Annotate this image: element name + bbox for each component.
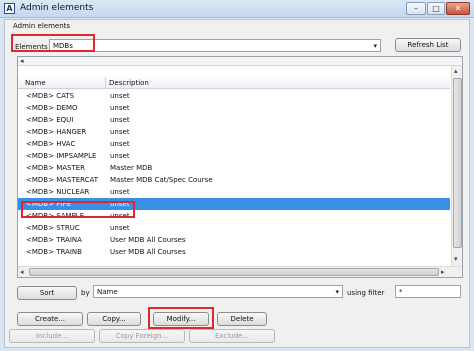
include-button[interactable]: Include...: [9, 329, 95, 343]
row-name: <MDB> CATS: [26, 92, 75, 100]
row-description: unset: [110, 140, 130, 148]
column-header-description[interactable]: Description: [109, 79, 149, 87]
vertical-scroll-thumb[interactable]: [453, 78, 462, 248]
table-header: Name Description: [18, 76, 450, 89]
row-name: <MDB> MASTER: [26, 164, 86, 172]
row-description: User MDB All Courses: [110, 236, 186, 244]
horizontal-scrollbar[interactable]: ◂ ▸: [18, 266, 462, 277]
table-row[interactable]: <MDB> STRUC unset: [18, 222, 450, 234]
row-description: unset: [110, 224, 130, 232]
refresh-list-button[interactable]: Refresh List: [395, 38, 461, 52]
row-description: unset: [110, 212, 130, 220]
row-name: <MDB> TRAINA: [26, 236, 82, 244]
filter-label: using filter: [347, 289, 385, 297]
table-row[interactable]: <MDB> MASTER Master MDB: [18, 162, 450, 174]
row-description: Master MDB: [110, 164, 153, 172]
elements-combo[interactable]: MDBs ▾: [49, 39, 381, 52]
vertical-scrollbar[interactable]: ▴ ▾: [451, 66, 462, 266]
row-description: unset: [110, 152, 130, 160]
row-name: <MDB> DEMO: [26, 104, 78, 112]
scroll-down-icon[interactable]: ▾: [454, 255, 458, 263]
row-description: unset: [110, 128, 130, 136]
row-description: Master MDB Cat/Spec Course: [110, 176, 213, 184]
exclude-button[interactable]: Exclude...: [189, 329, 275, 343]
row-description: unset: [110, 188, 130, 196]
minimize-button[interactable]: –: [406, 2, 426, 15]
admin-elements-panel: Admin elements Elements MDBs ▾ Refresh L…: [4, 19, 470, 348]
row-name: <MDB> HANGER: [26, 128, 87, 136]
table-row[interactable]: <MDB> DEMO unset: [18, 102, 450, 114]
elements-label: Elements: [15, 43, 48, 51]
row-description: User MDB All Courses: [110, 248, 186, 256]
chevron-down-icon: ▾: [335, 288, 339, 296]
table-row[interactable]: <MDB> CATS unset: [18, 90, 450, 102]
elements-combo-value: MDBs: [53, 42, 73, 50]
horizontal-scroll-thumb[interactable]: [29, 268, 439, 276]
title-bar: A Admin elements – □ ✕: [0, 0, 474, 18]
row-name: <MDB> SAMPLE: [26, 212, 85, 220]
column-header-name[interactable]: Name: [25, 79, 46, 87]
app-icon: A: [4, 3, 15, 14]
row-name: <MDB> STRUC: [26, 224, 80, 232]
table-row[interactable]: <MDB> IMPSAMPLE unset: [18, 150, 450, 162]
column-divider[interactable]: [105, 77, 106, 88]
delete-button[interactable]: Delete: [217, 312, 267, 326]
top-scrollbar[interactable]: ◂: [18, 57, 462, 66]
filter-input[interactable]: *: [395, 285, 461, 298]
scroll-up-icon[interactable]: ▴: [454, 67, 458, 75]
row-name: <MDB> PIPE: [26, 200, 72, 208]
table-row[interactable]: <MDB> TRAINA User MDB All Courses: [18, 234, 450, 246]
row-description: unset: [110, 92, 130, 100]
sort-by-combo[interactable]: Name ▾: [93, 285, 343, 298]
filter-value: *: [399, 288, 403, 296]
modify-button[interactable]: Modify...: [153, 312, 209, 326]
row-name: <MDB> IMPSAMPLE: [26, 152, 97, 160]
scroll-left-icon[interactable]: ◂: [20, 268, 24, 276]
row-name: <MDB> NUCLEAR: [26, 188, 90, 196]
panel-header: Admin elements: [13, 22, 71, 30]
row-description: unset: [110, 104, 130, 112]
row-name: <MDB> HVAC: [26, 140, 76, 148]
row-name: <MDB> TRAINB: [26, 248, 82, 256]
table-row[interactable]: <MDB> NUCLEAR unset: [18, 186, 450, 198]
scroll-right-icon[interactable]: ▸: [441, 268, 445, 276]
close-button[interactable]: ✕: [446, 2, 470, 15]
table-row[interactable]: <MDB> HVAC unset: [18, 138, 450, 150]
table-row[interactable]: <MDB> PIPE unset: [18, 198, 450, 210]
table-row[interactable]: <MDB> EQUI unset: [18, 114, 450, 126]
sort-button[interactable]: Sort: [17, 286, 77, 300]
chevron-down-icon: ▾: [373, 42, 377, 50]
table-row[interactable]: <MDB> SAMPLE unset: [18, 210, 450, 222]
create-button[interactable]: Create...: [17, 312, 83, 326]
row-description: unset: [110, 200, 130, 208]
by-label: by: [81, 289, 90, 297]
table-row[interactable]: <MDB> TRAINB User MDB All Courses: [18, 246, 450, 258]
table-row[interactable]: <MDB> MASTERCAT Master MDB Cat/Spec Cours…: [18, 174, 450, 186]
row-description: unset: [110, 116, 130, 124]
maximize-button[interactable]: □: [427, 2, 445, 15]
copy-button[interactable]: Copy...: [87, 312, 141, 326]
copy-foreign-button[interactable]: Copy Foreign...: [99, 329, 185, 343]
row-name: <MDB> MASTERCAT: [26, 176, 99, 184]
scroll-left-icon[interactable]: ◂: [20, 57, 24, 65]
sort-by-value: Name: [97, 288, 118, 296]
table-row[interactable]: <MDB> HANGER unset: [18, 126, 450, 138]
window-title: Admin elements: [20, 3, 94, 13]
elements-table[interactable]: ◂ Name Description <MDB> CATS unset <MDB> …: [17, 56, 463, 278]
row-name: <MDB> EQUI: [26, 116, 74, 124]
